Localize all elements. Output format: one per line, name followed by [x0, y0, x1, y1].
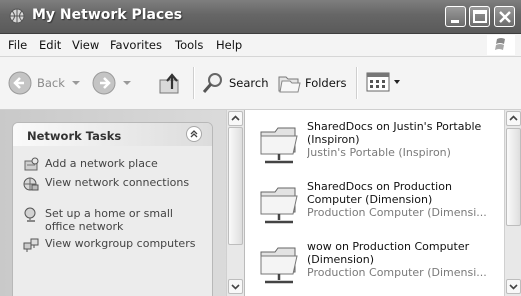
workgroup-computers-icon: [23, 238, 39, 252]
scroll-thumb[interactable]: [506, 128, 521, 226]
toolbar-separator: [193, 67, 195, 99]
task-label: Add a network place: [45, 157, 158, 170]
search-button[interactable]: Search: [201, 71, 269, 95]
chevron-down-icon: [231, 284, 240, 290]
minimize-icon: [451, 20, 459, 23]
back-dropdown-icon: [71, 81, 80, 85]
network-folder-icon: [260, 127, 298, 164]
close-button[interactable]: [494, 6, 515, 27]
forward-button[interactable]: [92, 71, 132, 95]
network-places-icon: [9, 8, 25, 24]
toolbar: Back Search Folders: [0, 57, 521, 110]
maximize-button[interactable]: [469, 6, 490, 27]
maximize-icon: [473, 10, 487, 23]
windows-flag-icon: [495, 38, 505, 50]
scroll-down-button[interactable]: [228, 279, 243, 294]
minimize-button[interactable]: [445, 6, 466, 27]
title-bar[interactable]: My Network Places: [0, 0, 521, 34]
scroll-thumb[interactable]: [228, 127, 243, 245]
network-tasks-title: Network Tasks: [27, 129, 122, 143]
menu-view[interactable]: View: [72, 38, 99, 52]
add-network-place-icon: [24, 157, 39, 171]
menu-file[interactable]: File: [8, 38, 27, 52]
network-connections-icon: [23, 177, 39, 191]
forward-arrow-icon: [92, 71, 116, 95]
menu-help[interactable]: Help: [216, 38, 242, 52]
task-pane: Network Tasks Add a network place View n…: [0, 110, 244, 296]
views-button[interactable]: [366, 71, 401, 93]
place-subtitle: Production Computer (Dimensi...: [307, 266, 487, 279]
windows-logo: [487, 35, 515, 55]
toolbar-separator: [356, 67, 358, 99]
forward-dropdown-icon: [123, 81, 131, 85]
task-label: View network connections: [45, 176, 190, 189]
views-dropdown-icon: [394, 80, 400, 84]
search-label: Search: [229, 76, 269, 90]
place-name: wow on Production Computer (Dimension): [307, 240, 470, 266]
views-icon: [366, 72, 390, 92]
place-name: SharedDocs on Justin's Portable (Inspiro…: [307, 120, 482, 146]
chevron-up-icon: [190, 130, 198, 138]
collapse-button[interactable]: [186, 126, 202, 142]
menu-favorites[interactable]: Favorites: [110, 38, 162, 52]
chevron-up-icon: [509, 115, 518, 121]
list-item[interactable]: wow on Production Computer (Dimension) P…: [257, 238, 507, 296]
chevron-down-icon: [509, 284, 518, 290]
scroll-up-button[interactable]: [506, 111, 521, 126]
chevron-up-icon: [231, 115, 240, 121]
menu-tools[interactable]: Tools: [175, 38, 203, 52]
back-label: Back: [37, 76, 65, 90]
menu-edit[interactable]: Edit: [39, 38, 61, 52]
back-arrow-icon: [8, 71, 32, 95]
back-button[interactable]: Back: [8, 71, 81, 95]
place-name: SharedDocs on Production Computer (Dimen…: [307, 180, 452, 206]
home-network-icon: [24, 207, 36, 222]
list-item[interactable]: SharedDocs on Production Computer (Dimen…: [257, 178, 507, 236]
task-label: View workgroup computers: [45, 237, 196, 250]
folders-button[interactable]: Folders: [276, 71, 347, 95]
network-tasks-header[interactable]: Network Tasks: [13, 123, 212, 146]
task-label: Set up a home or small office network: [45, 207, 173, 233]
up-folder-icon: [159, 73, 179, 94]
place-subtitle: Production Computer (Dimensi...: [307, 206, 487, 219]
folders-icon: [278, 76, 301, 93]
up-folder-button[interactable]: [158, 71, 184, 95]
window-title: My Network Places: [32, 7, 183, 23]
content-area: Network Tasks Add a network place View n…: [0, 110, 521, 296]
file-list-scrollbar[interactable]: [504, 110, 521, 296]
file-list: SharedDocs on Justin's Portable (Inspiro…: [244, 110, 521, 296]
network-folder-icon: [260, 187, 298, 224]
network-tasks-panel: Network Tasks Add a network place View n…: [12, 122, 213, 296]
scroll-up-button[interactable]: [228, 111, 243, 126]
explorer-window: My Network Places File Edit View Favorit…: [0, 0, 521, 296]
network-folder-icon: [260, 247, 298, 284]
task-pane-scrollbar[interactable]: [226, 110, 244, 296]
scroll-down-button[interactable]: [506, 279, 521, 294]
search-icon: [202, 73, 222, 93]
close-icon: [499, 11, 511, 23]
menu-bar: File Edit View Favorites Tools Help: [0, 34, 521, 57]
list-item[interactable]: SharedDocs on Justin's Portable (Inspiro…: [257, 118, 507, 176]
folders-label: Folders: [305, 76, 347, 90]
place-subtitle: Justin's Portable (Inspiron): [307, 146, 451, 159]
